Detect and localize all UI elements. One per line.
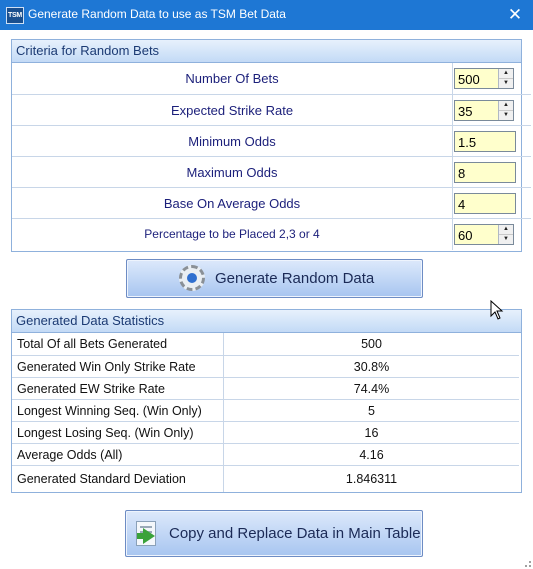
spin-up-icon[interactable]: ▲	[499, 225, 513, 235]
generate-random-data-button[interactable]: Generate Random Data	[126, 259, 423, 298]
expected-strike-rate-label: Expected Strike Rate	[170, 103, 294, 118]
longest-winning-seq-value: 5	[368, 404, 375, 418]
app-icon: TSM	[6, 7, 24, 24]
standard-deviation-label: Generated Standard Deviation	[17, 472, 186, 486]
generate-random-data-label: Generate Random Data	[215, 270, 375, 287]
number-of-bets-value: 500	[458, 72, 480, 87]
stat-row-standard-deviation: Generated Standard Deviation 1.846311	[12, 465, 519, 492]
number-of-bets-input[interactable]: 500 ▲ ▼	[454, 68, 514, 89]
arrow-right-shape	[143, 528, 155, 544]
dialog-client-area: Criteria for Random Bets Number Of Bets …	[0, 30, 533, 569]
spin-down-icon[interactable]: ▼	[499, 79, 513, 88]
longest-losing-seq-label: Longest Losing Seq. (Win Only)	[17, 426, 194, 440]
close-button[interactable]: ✕	[497, 0, 533, 30]
statistics-panel: Generated Data Statistics Total Of all B…	[11, 309, 522, 493]
gear-play-icon	[179, 265, 205, 291]
maximum-odds-label: Maximum Odds	[186, 165, 278, 180]
longest-losing-seq-value: 16	[364, 426, 379, 440]
stat-row-longest-winning-seq: Longest Winning Seq. (Win Only) 5	[12, 399, 519, 422]
percentage-placed-input[interactable]: 60 ▲ ▼	[454, 224, 514, 245]
window-title: Generate Random Data to use as TSM Bet D…	[28, 7, 286, 21]
spin-down-icon[interactable]: ▼	[499, 111, 513, 120]
base-on-average-odds-input[interactable]: 4	[454, 193, 516, 214]
stat-row-average-odds: Average Odds (All) 4.16	[12, 443, 519, 466]
average-odds-value: 4.16	[359, 448, 384, 462]
win-strike-rate-label: Generated Win Only Strike Rate	[17, 360, 196, 374]
criteria-panel: Criteria for Random Bets Number Of Bets …	[11, 39, 531, 252]
stat-row-win-strike-rate: Generated Win Only Strike Rate 30.8%	[12, 355, 519, 378]
column-divider	[452, 95, 453, 126]
number-of-bets-spinner[interactable]: ▲ ▼	[498, 69, 513, 88]
ew-strike-rate-value: 74.4%	[353, 382, 390, 396]
percentage-placed-spinner[interactable]: ▲ ▼	[498, 225, 513, 244]
mouse-cursor-icon	[490, 300, 504, 320]
expected-strike-rate-spinner[interactable]: ▲ ▼	[498, 101, 513, 120]
percentage-placed-value: 60	[458, 228, 473, 243]
criteria-row-minimum-odds: Minimum Odds 1.5	[12, 125, 531, 157]
spin-up-icon[interactable]: ▲	[499, 69, 513, 79]
criteria-row-maximum-odds: Maximum Odds 8	[12, 156, 531, 188]
expected-strike-rate-input[interactable]: 35 ▲ ▼	[454, 100, 514, 121]
column-divider	[452, 188, 453, 219]
column-divider	[452, 219, 453, 250]
base-on-average-odds-label: Base On Average Odds	[163, 196, 301, 211]
criteria-row-percentage-placed: Percentage to be Placed 2,3 or 4 60 ▲ ▼	[12, 218, 531, 250]
criteria-row-number-of-bets: Number Of Bets 500 ▲ ▼	[12, 63, 531, 94]
number-of-bets-label: Number Of Bets	[185, 71, 279, 86]
column-divider	[452, 63, 453, 94]
win-strike-rate-value: 30.8%	[353, 360, 390, 374]
stat-row-ew-strike-rate: Generated EW Strike Rate 74.4%	[12, 377, 519, 400]
stat-row-total-bets: Total Of all Bets Generated 500	[12, 333, 519, 355]
percentage-placed-label: Percentage to be Placed 2,3 or 4	[144, 227, 320, 241]
criteria-row-base-on-average-odds: Base On Average Odds 4	[12, 187, 531, 219]
minimum-odds-label: Minimum Odds	[188, 134, 276, 149]
stat-row-longest-losing-seq: Longest Losing Seq. (Win Only) 16	[12, 421, 519, 444]
longest-winning-seq-label: Longest Winning Seq. (Win Only)	[17, 404, 202, 418]
document-arrow-icon	[136, 521, 156, 546]
standard-deviation-value: 1.846311	[345, 472, 398, 486]
spin-up-icon[interactable]: ▲	[499, 101, 513, 111]
copy-replace-data-button[interactable]: Copy and Replace Data in Main Table	[125, 510, 423, 557]
criteria-panel-header: Criteria for Random Bets	[12, 40, 521, 63]
criteria-row-expected-strike-rate: Expected Strike Rate 35 ▲ ▼	[12, 94, 531, 126]
statistics-panel-header: Generated Data Statistics	[12, 310, 521, 333]
total-bets-value: 500	[361, 337, 382, 351]
title-bar: TSM Generate Random Data to use as TSM B…	[0, 0, 533, 30]
column-divider	[452, 157, 453, 188]
resize-grip-icon[interactable]	[521, 557, 531, 567]
column-divider	[452, 126, 453, 157]
total-bets-label: Total Of all Bets Generated	[17, 337, 168, 351]
spin-down-icon[interactable]: ▼	[499, 235, 513, 244]
minimum-odds-input[interactable]: 1.5	[454, 131, 516, 152]
ew-strike-rate-label: Generated EW Strike Rate	[17, 382, 165, 396]
copy-replace-data-label: Copy and Replace Data in Main Table	[169, 525, 421, 542]
maximum-odds-input[interactable]: 8	[454, 162, 516, 183]
expected-strike-rate-value: 35	[458, 104, 473, 119]
average-odds-label: Average Odds (All)	[17, 448, 123, 462]
